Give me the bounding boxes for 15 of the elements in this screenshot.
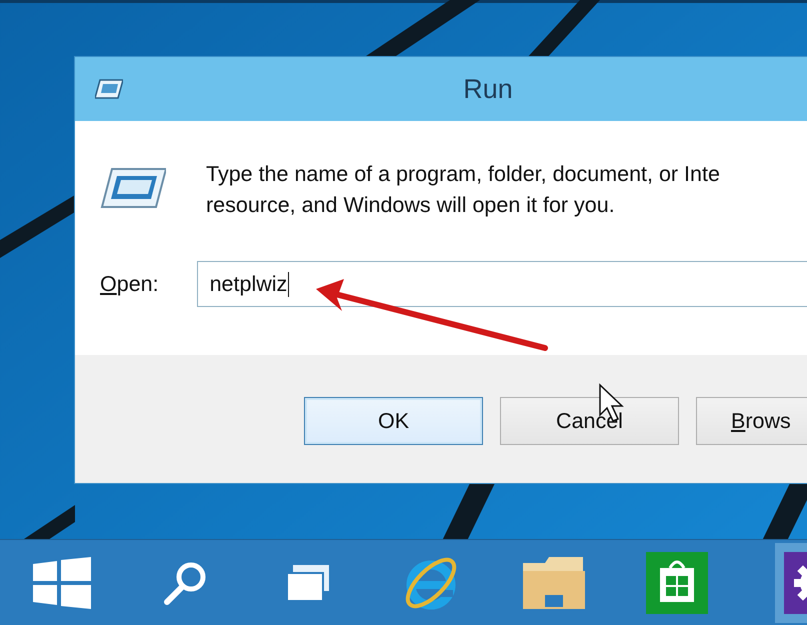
window-title: Run: [463, 74, 513, 104]
run-icon: [95, 79, 123, 99]
open-label: Open:: [100, 272, 159, 296]
store-bag-icon: [646, 552, 708, 614]
run-icon: [100, 167, 166, 209]
windows-logo-icon: [32, 556, 90, 608]
folder-icon: [522, 556, 584, 608]
taskbar-button[interactable]: [162, 560, 208, 606]
dialog-button[interactable]: OK: [304, 397, 483, 445]
open-input-field[interactable]: netplwiz: [196, 261, 807, 307]
dialog-button[interactable]: Brows: [696, 397, 807, 445]
search-icon: [162, 560, 208, 606]
dialog-button[interactable]: Cancel: [500, 397, 679, 445]
taskbar-button[interactable]: [32, 556, 90, 608]
instruction-text: Type the name of a program, folder, document, or Inte resource, and Windows will open it for you.: [206, 161, 720, 219]
